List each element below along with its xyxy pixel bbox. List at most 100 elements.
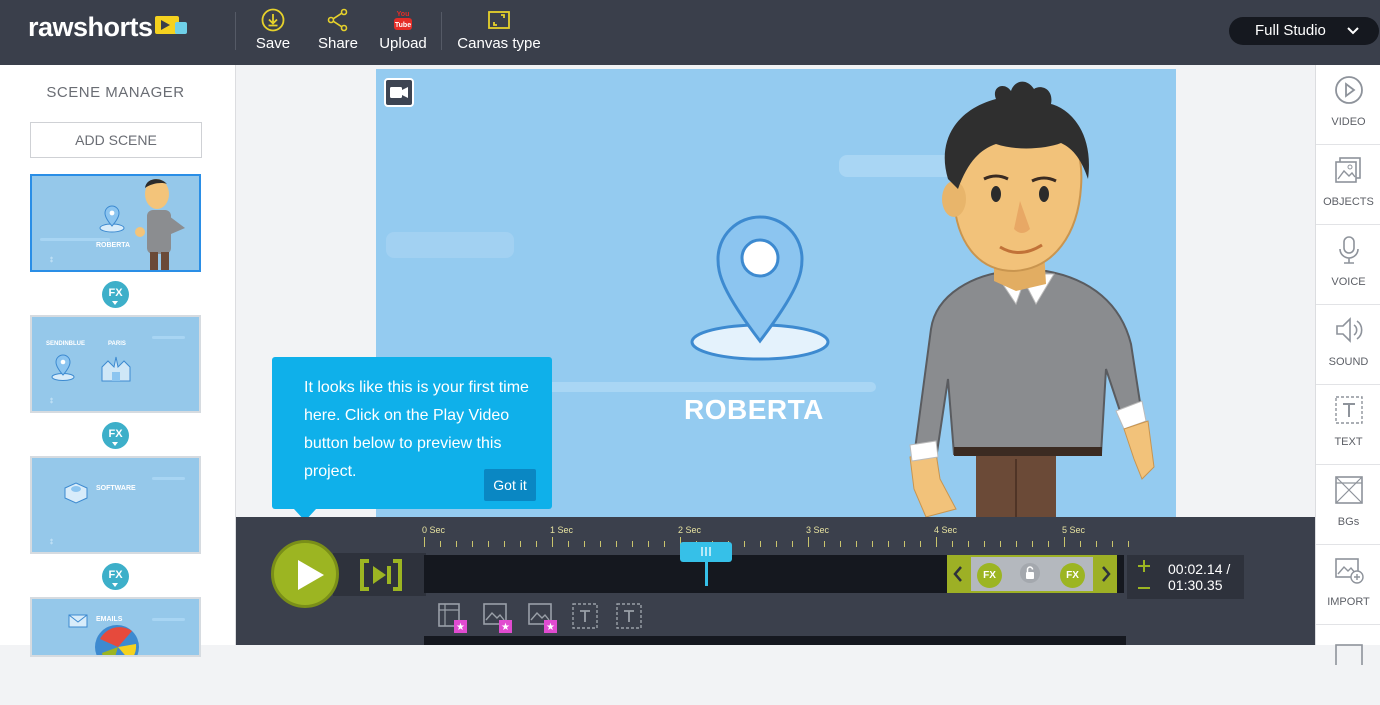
svg-text:Tube: Tube	[395, 22, 411, 29]
fx-in-button[interactable]: FX	[977, 563, 1002, 588]
skip-to-end-button[interactable]	[333, 553, 426, 596]
camera-glyph-icon	[390, 87, 408, 98]
ruler-tick	[632, 541, 633, 547]
tick-label: 0 Sec	[422, 525, 446, 535]
scene-4-preview-icon	[68, 614, 185, 655]
voice-tool-button[interactable]: VOICE	[1316, 225, 1380, 305]
text-icon	[1335, 396, 1363, 424]
ruler-tick	[824, 541, 825, 547]
scene-2-fx-button[interactable]: FX	[102, 422, 129, 449]
objects-tool-button[interactable]: OBJECTS	[1316, 145, 1380, 225]
more-tool-button[interactable]	[1316, 625, 1380, 705]
ruler-tick	[760, 541, 761, 547]
ruler-tick	[1032, 541, 1033, 547]
scene-thumbnail-2[interactable]: ⁑ SENDINBLUE PARIS	[30, 315, 201, 413]
upload-button[interactable]: You Tube Upload	[377, 8, 429, 52]
ruler-tick	[904, 541, 905, 547]
playhead-line	[705, 561, 708, 586]
share-label: Share	[317, 35, 359, 52]
scene-1-fx-button[interactable]: FX	[102, 281, 129, 308]
scene-1-label: ROBERTA	[96, 242, 131, 249]
scene-3-label: SOFTWARE	[96, 485, 136, 492]
chevron-down-icon	[1347, 27, 1359, 35]
canvas-name-text[interactable]: ROBERTA	[684, 394, 824, 426]
studio-mode-dropdown[interactable]: Full Studio	[1229, 17, 1379, 45]
toolbar-divider	[441, 12, 442, 50]
rawshorts-logo[interactable]: rawshorts	[28, 12, 187, 43]
import-tool-label: IMPORT	[1327, 596, 1370, 608]
ruler-tick	[952, 541, 953, 547]
lock-icon[interactable]	[1020, 563, 1040, 585]
scene-thumbnail-1[interactable]: ⁑ ROBERTA	[30, 174, 201, 272]
ruler-tick	[856, 541, 857, 547]
ruler-tick	[424, 537, 425, 547]
video-tool-button[interactable]: VIDEO	[1316, 65, 1380, 145]
ruler-tick	[584, 541, 585, 547]
text-layer-icon[interactable]	[615, 602, 643, 630]
scene-3-preview-icon: ⁑	[50, 477, 185, 546]
image-layer-icon[interactable]: ★	[482, 602, 512, 634]
scene-1-preview-icon: ⁑	[40, 179, 185, 270]
ruler-tick	[648, 541, 649, 547]
fx-out-button[interactable]: FX	[1060, 563, 1085, 588]
add-scene-button[interactable]: ADD SCENE	[30, 122, 202, 158]
download-icon	[261, 8, 285, 32]
play-video-button[interactable]	[271, 540, 339, 608]
logo-bubble-icon	[154, 16, 187, 34]
ruler-tick	[488, 541, 489, 547]
sound-tool-button[interactable]: SOUND	[1316, 305, 1380, 385]
tick-label: 3 Sec	[806, 525, 830, 535]
canvas-type-button[interactable]: Canvas type	[456, 8, 542, 52]
time-readout: 00:02.14 / 01:30.35	[1168, 561, 1230, 593]
svg-text:★: ★	[546, 622, 555, 633]
tick-label: 1 Sec	[550, 525, 574, 535]
scene-2-label-right: PARIS	[108, 341, 126, 347]
tick-label: 2 Sec	[678, 525, 702, 535]
text-layer-icon[interactable]	[571, 602, 599, 630]
fx-label: FX	[108, 287, 123, 299]
ruler-tick	[1048, 541, 1049, 547]
ruler-tick	[1016, 541, 1017, 547]
canvas-type-label: Canvas type	[457, 35, 541, 52]
import-tool-button[interactable]: IMPORT	[1316, 545, 1380, 625]
zoom-controls-icon[interactable]	[1135, 558, 1153, 598]
video-tool-label: VIDEO	[1331, 116, 1366, 128]
playhead-handle[interactable]	[680, 542, 732, 562]
background-icon	[1335, 476, 1363, 504]
save-button[interactable]: Save	[255, 8, 291, 52]
ruler-tick	[568, 541, 569, 547]
objects-tool-label: OBJECTS	[1323, 196, 1374, 208]
scene-4-label: EMAILS	[96, 616, 123, 623]
scene-thumbnail-4[interactable]: EMAILS	[30, 597, 201, 657]
ruler-tick	[920, 541, 921, 547]
tick-label: 5 Sec	[1062, 525, 1086, 535]
svg-text:You: You	[397, 11, 410, 18]
ruler-tick	[520, 541, 521, 547]
current-time: 00:02.14 /	[1168, 561, 1231, 577]
backgrounds-tool-button[interactable]: BGs	[1316, 465, 1380, 545]
share-button[interactable]: Share	[317, 8, 359, 52]
video-camera-icon[interactable]	[384, 78, 414, 107]
svg-text:⁑: ⁑	[50, 257, 53, 264]
ruler-tick	[984, 541, 985, 547]
ruler-tick	[472, 541, 473, 547]
chevron-right-icon[interactable]	[1095, 555, 1117, 593]
total-time: 01:30.35	[1168, 577, 1223, 593]
image-layer-icon[interactable]: ★	[527, 602, 557, 634]
video-layer-icon[interactable]: ★	[437, 602, 467, 634]
skip-icon	[360, 559, 402, 591]
got-it-button[interactable]: Got it	[484, 469, 536, 501]
scene-thumbnail-3[interactable]: ⁑ SOFTWARE	[30, 456, 201, 554]
scene-3-fx-button[interactable]: FX	[102, 563, 129, 590]
chevron-left-icon[interactable]	[947, 555, 969, 593]
youtube-icon: You Tube	[394, 11, 412, 30]
text-tool-button[interactable]: TEXT	[1316, 385, 1380, 465]
cartoon-character-icon[interactable]	[896, 69, 1176, 517]
fx-label: FX	[108, 428, 123, 440]
tick-label: 4 Sec	[934, 525, 958, 535]
svg-text:★: ★	[501, 622, 510, 633]
ruler-tick	[1112, 541, 1113, 547]
layer-track[interactable]	[424, 636, 1126, 645]
sound-tool-label: SOUND	[1328, 356, 1369, 368]
save-label: Save	[255, 35, 291, 52]
